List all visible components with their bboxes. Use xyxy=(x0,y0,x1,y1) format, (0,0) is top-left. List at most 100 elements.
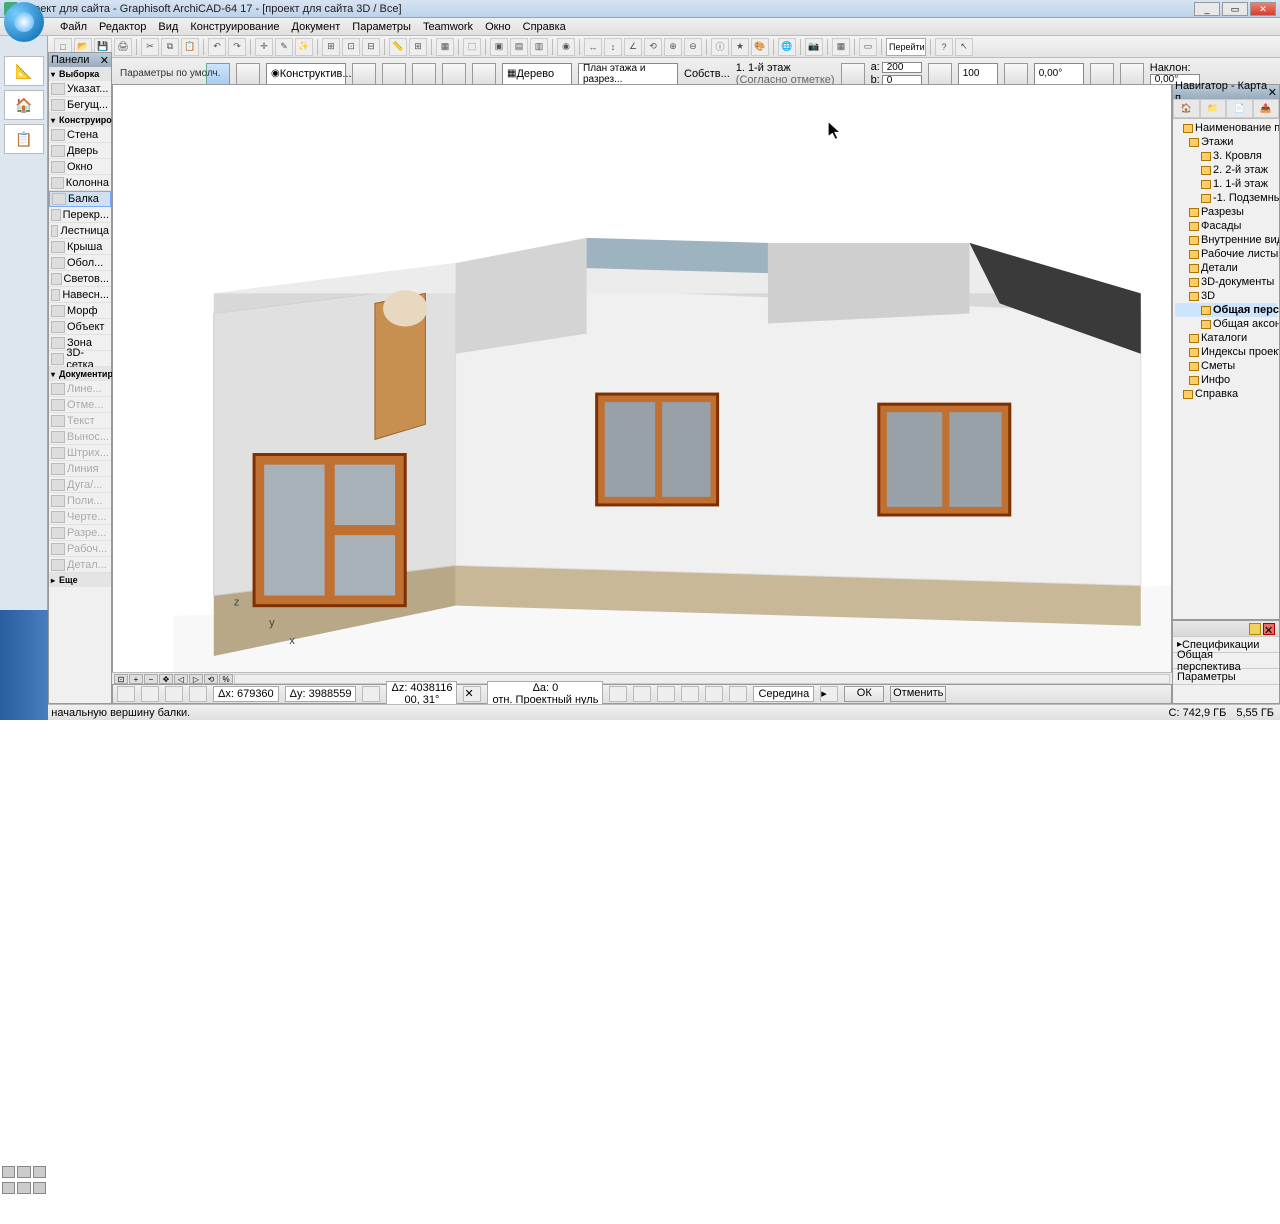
tool-curtain[interactable]: Навесн... xyxy=(49,287,111,303)
edit-icon[interactable]: ✎ xyxy=(275,38,293,56)
tool-arc[interactable]: Дуга/... xyxy=(49,477,111,493)
floor-label[interactable]: 1. 1-й этаж xyxy=(736,62,835,74)
tool-label[interactable]: Вынос... xyxy=(49,429,111,445)
fav-icon[interactable]: ★ xyxy=(731,38,749,56)
pan-icon[interactable]: ✥ xyxy=(159,674,173,684)
group-selection[interactable]: Выборка xyxy=(49,67,111,81)
mid-dropdown[interactable]: Середина xyxy=(753,686,814,702)
tool-drawing[interactable]: Черте... xyxy=(49,509,111,525)
tree-3d[interactable]: 3D xyxy=(1175,289,1277,303)
tree-help[interactable]: Справка xyxy=(1175,387,1277,401)
pick-icon[interactable]: ✛ xyxy=(255,38,273,56)
tool-window[interactable]: Окно xyxy=(49,159,111,175)
prop-persp[interactable]: Общая перспектива xyxy=(1173,653,1279,669)
tool-marquee[interactable]: Бегущ... xyxy=(49,97,111,113)
tree-persp[interactable]: Общая персп xyxy=(1175,303,1277,317)
tool-fill[interactable]: Штрих... xyxy=(49,445,111,461)
tool-wall[interactable]: Стена xyxy=(49,127,111,143)
copy-icon[interactable]: ⧉ xyxy=(161,38,179,56)
navigator-tree[interactable]: Наименование проекта Этажи 3. Кровля 2. … xyxy=(1173,119,1279,619)
zoom-prev-icon[interactable]: ◁ xyxy=(174,674,188,684)
paste-icon[interactable]: 📋 xyxy=(181,38,199,56)
snap1-icon[interactable]: ⊞ xyxy=(322,38,340,56)
pin-icon[interactable] xyxy=(1249,623,1261,635)
tree-f2[interactable]: 2. 2-й этаж xyxy=(1175,163,1277,177)
prop-header[interactable]: ✕ xyxy=(1173,621,1279,637)
geom5-button[interactable] xyxy=(472,63,496,85)
tree-f1[interactable]: 1. 1-й этаж xyxy=(1175,177,1277,191)
nav-icon[interactable]: ▭ xyxy=(859,38,877,56)
navtab-project-icon[interactable]: 🏠 xyxy=(1173,99,1200,118)
goto-dropdown[interactable]: Перейти xyxy=(886,38,926,56)
scale-icon[interactable]: % xyxy=(219,674,233,684)
tree-interior[interactable]: Внутренние виды xyxy=(1175,233,1277,247)
measure-icon[interactable]: 📏 xyxy=(389,38,407,56)
tray6-icon[interactable] xyxy=(33,1182,46,1194)
params-label[interactable]: Параметры по умолч. xyxy=(120,68,221,79)
orbit-icon[interactable]: ⟲ xyxy=(204,674,218,684)
zoom-out-icon[interactable]: − xyxy=(144,674,158,684)
coord-z-icon[interactable] xyxy=(362,686,380,702)
tool-beam[interactable]: Балка xyxy=(49,191,111,207)
tree-details[interactable]: Детали xyxy=(1175,261,1277,275)
tool-elev[interactable]: Рабоч... xyxy=(49,541,111,557)
coord-mode2-icon[interactable] xyxy=(141,686,159,702)
clock-time[interactable]: 13:17 xyxy=(0,1196,48,1210)
view3-icon[interactable]: ▥ xyxy=(530,38,548,56)
tree-layouts[interactable]: Сметы xyxy=(1175,359,1277,373)
menu-edit[interactable]: Редактор xyxy=(93,21,152,33)
cancel-button[interactable]: Отменить xyxy=(890,686,946,702)
navtab-publisher-icon[interactable]: 📤 xyxy=(1253,99,1280,118)
tool-skylight[interactable]: Светов... xyxy=(49,271,111,287)
toolbox-header[interactable]: Панели✕ xyxy=(49,53,111,67)
geom1-button[interactable] xyxy=(352,63,376,85)
tool-level[interactable]: Отме... xyxy=(49,397,111,413)
construction-dropdown[interactable]: ◉ Конструктив... xyxy=(266,63,346,85)
close-button[interactable]: ✕ xyxy=(1250,2,1276,16)
tool-slab[interactable]: Перекр... xyxy=(49,207,111,223)
undo-icon[interactable]: ↶ xyxy=(208,38,226,56)
snap-f-icon[interactable] xyxy=(729,686,747,702)
grid-icon[interactable]: ⊞ xyxy=(409,38,427,56)
tree-info[interactable]: Инфо xyxy=(1175,373,1277,387)
tool-door[interactable]: Дверь xyxy=(49,143,111,159)
tree-facades[interactable]: Фасады xyxy=(1175,219,1277,233)
help-icon[interactable]: ? xyxy=(935,38,953,56)
dy-field[interactable]: Δy: 3988559 xyxy=(285,686,357,702)
tool-morph[interactable]: Морф xyxy=(49,303,111,319)
dx-field[interactable]: Δx: 679360 xyxy=(213,686,279,702)
geom4-button[interactable] xyxy=(442,63,466,85)
tool-arrow[interactable]: Указат... xyxy=(49,81,111,97)
coord-mode3-icon[interactable] xyxy=(165,686,183,702)
menu-file[interactable]: Файл xyxy=(54,21,93,33)
menu-view[interactable]: Вид xyxy=(152,21,184,33)
snap2-icon[interactable]: ⊡ xyxy=(342,38,360,56)
globe-icon[interactable]: 🌐 xyxy=(778,38,796,56)
tree-indexes[interactable]: Индексы проекта xyxy=(1175,345,1277,359)
coord-mode1-icon[interactable] xyxy=(117,686,135,702)
tree-root[interactable]: Наименование проекта xyxy=(1175,121,1277,135)
maximize-button[interactable]: ▭ xyxy=(1222,2,1248,16)
group-design[interactable]: Конструиров xyxy=(49,113,111,127)
menu-help[interactable]: Справка xyxy=(517,21,572,33)
layer-icon[interactable]: ▦ xyxy=(436,38,454,56)
dim5-icon[interactable]: ⊕ xyxy=(664,38,682,56)
cut-icon[interactable]: ✂ xyxy=(141,38,159,56)
menu-document[interactable]: Документ xyxy=(286,21,347,33)
launch-3d-icon[interactable]: 🏠 xyxy=(4,90,44,120)
dim4-icon[interactable]: ⟲ xyxy=(644,38,662,56)
coord-a-icon[interactable]: ✕ xyxy=(463,686,481,702)
tree-fb[interactable]: -1. Подземный xyxy=(1175,191,1277,205)
pointer-icon[interactable]: ↖ xyxy=(955,38,973,56)
tray4-icon[interactable] xyxy=(2,1182,15,1194)
snap-b-icon[interactable] xyxy=(633,686,651,702)
h-field[interactable] xyxy=(958,63,998,85)
angle-button[interactable] xyxy=(1004,63,1028,85)
tool-poly[interactable]: Поли... xyxy=(49,493,111,509)
start-orb-icon[interactable] xyxy=(4,2,44,42)
snap-a-icon[interactable] xyxy=(609,686,627,702)
a-field[interactable] xyxy=(882,62,922,73)
height-button[interactable] xyxy=(928,63,952,85)
snap3-icon[interactable]: ⊟ xyxy=(362,38,380,56)
tool-stair[interactable]: Лестница xyxy=(49,223,111,239)
